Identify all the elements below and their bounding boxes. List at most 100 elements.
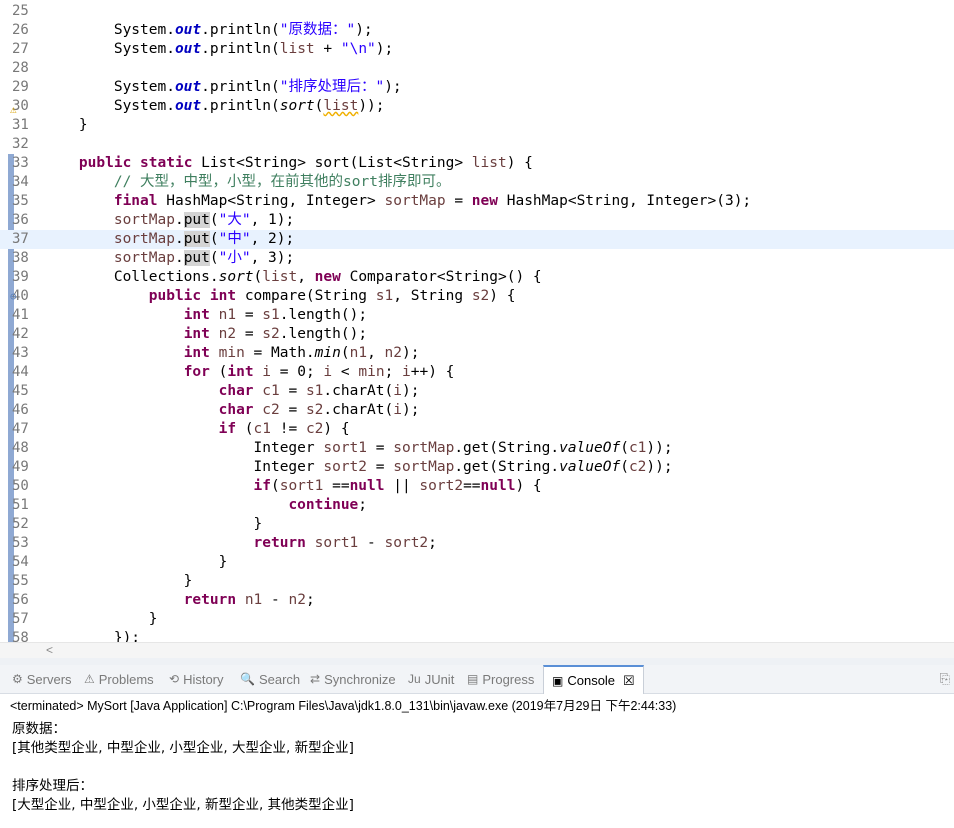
- console-icon: ▣: [552, 673, 564, 688]
- fold-toggle-icon[interactable]: ⊖: [10, 287, 22, 303]
- scroll-left-arrow-icon[interactable]: <: [46, 643, 53, 657]
- code-line[interactable]: 52 }: [0, 515, 954, 534]
- code-text[interactable]: sortMap.put("大", 1);: [44, 211, 294, 230]
- code-text[interactable]: final HashMap<String, Integer> sortMap =…: [44, 192, 751, 211]
- code-line[interactable]: 50 if(sort1 ==null || sort2==null) {: [0, 477, 954, 496]
- line-number: 45: [12, 383, 29, 399]
- code-line[interactable]: 51 continue;: [0, 496, 954, 515]
- code-text[interactable]: sortMap.put("中", 2);: [44, 230, 294, 249]
- code-line[interactable]: 55 }: [0, 572, 954, 591]
- code-line[interactable]: 25: [0, 2, 954, 21]
- code-text[interactable]: System.out.println(sort(list));: [44, 97, 385, 116]
- code-line[interactable]: 31 }: [0, 116, 954, 135]
- tab-label: JUnit: [424, 671, 455, 687]
- code-line[interactable]: 38 sortMap.put("小", 3);: [0, 249, 954, 268]
- code-line[interactable]: 32: [0, 135, 954, 154]
- code-line[interactable]: 26 System.out.println("原数据：");: [0, 21, 954, 40]
- code-line[interactable]: 53 return sort1 - sort2;: [0, 534, 954, 553]
- code-line[interactable]: 44 for (int i = 0; i < min; i++) {: [0, 363, 954, 382]
- code-text[interactable]: Collections.sort(list, new Comparator<St…: [44, 268, 542, 287]
- code-line[interactable]: 43 int min = Math.min(n1, n2);: [0, 344, 954, 363]
- tab-search[interactable]: 🔍 Search: [240, 665, 300, 693]
- console-output-line: 排序处理后：: [12, 778, 93, 794]
- code-line[interactable]: 33 public static List<String> sort(List<…: [0, 154, 954, 173]
- code-line[interactable]: 58 });: [0, 629, 954, 643]
- tab-label: Progress: [482, 671, 535, 687]
- code-line[interactable]: 37 sortMap.put("中", 2);: [0, 230, 954, 249]
- horizontal-scrollbar[interactable]: <: [0, 642, 954, 658]
- code-line[interactable]: 30 System.out.println(sort(list)); ⚠: [0, 97, 954, 116]
- code-text[interactable]: sortMap.put("小", 3);: [44, 249, 294, 268]
- line-number: 36: [12, 212, 29, 228]
- code-text[interactable]: }: [44, 116, 88, 135]
- console-output-line: [其他类型企业, 中型企业, 小型企业, 大型企业, 新型企业]: [12, 740, 354, 756]
- code-text[interactable]: });: [44, 629, 140, 643]
- code-line[interactable]: 54 }: [0, 553, 954, 572]
- code-text[interactable]: }: [44, 572, 193, 591]
- code-editor[interactable]: 25 26 System.out.println("原数据："); 27 Syste…: [0, 0, 954, 643]
- console-panel: ⚙ Servers ⚠ Problems ⟲ History 🔍 Search ⇄ Synchro…: [0, 665, 954, 828]
- line-number: 37: [12, 231, 29, 247]
- tab-history[interactable]: ⟲ History: [169, 665, 224, 693]
- code-line[interactable]: 35 final HashMap<String, Integer> sortMa…: [0, 192, 954, 211]
- code-line[interactable]: 49 Integer sort2 = sortMap.get(String.va…: [0, 458, 954, 477]
- code-line[interactable]: 47 if (c1 != c2) {: [0, 420, 954, 439]
- code-line[interactable]: 28: [0, 59, 954, 78]
- line-number: 28: [12, 60, 29, 76]
- code-text[interactable]: public static List<String> sort(List<Str…: [44, 154, 533, 173]
- line-number: 44: [12, 364, 29, 380]
- code-line[interactable]: 57 }: [0, 610, 954, 629]
- code-text[interactable]: }: [44, 553, 228, 572]
- code-text[interactable]: Integer sort1 = sortMap.get(String.value…: [44, 439, 673, 458]
- console-output-line: [大型企业, 中型企业, 小型企业, 新型企业, 其他类型企业]: [12, 797, 354, 813]
- code-text[interactable]: System.out.println(list + "\n");: [44, 40, 393, 59]
- tab-junit[interactable]: Ju JUnit: [408, 665, 454, 693]
- code-line[interactable]: 27 System.out.println(list + "\n");: [0, 40, 954, 59]
- code-line[interactable]: 46 char c2 = s2.charAt(i);: [0, 401, 954, 420]
- tab-problems[interactable]: ⚠ Problems: [84, 665, 154, 693]
- tab-servers[interactable]: ⚙ Servers: [12, 665, 72, 693]
- code-text[interactable]: }: [44, 610, 158, 629]
- code-text[interactable]: public int compare(String s1, String s2)…: [44, 287, 516, 306]
- tab-label: Search: [258, 671, 301, 687]
- code-line[interactable]: 41 int n1 = s1.length();: [0, 306, 954, 325]
- code-text[interactable]: Integer sort2 = sortMap.get(String.value…: [44, 458, 673, 477]
- code-text[interactable]: int min = Math.min(n1, n2);: [44, 344, 420, 363]
- code-line[interactable]: 36 sortMap.put("大", 1);: [0, 211, 954, 230]
- code-text[interactable]: char c2 = s2.charAt(i);: [44, 401, 420, 420]
- line-number: 33: [12, 155, 29, 171]
- line-number: 50: [12, 478, 29, 494]
- line-number: 49: [12, 459, 29, 475]
- view-menu-icon[interactable]: ⎘: [940, 671, 950, 687]
- code-text[interactable]: if (c1 != c2) {: [44, 420, 350, 439]
- code-text[interactable]: if(sort1 ==null || sort2==null) {: [44, 477, 542, 496]
- code-line[interactable]: 48 Integer sort1 = sortMap.get(String.va…: [0, 439, 954, 458]
- code-text[interactable]: System.out.println("排序处理后：");: [44, 78, 402, 97]
- code-line[interactable]: 45 char c1 = s1.charAt(i);: [0, 382, 954, 401]
- code-text[interactable]: for (int i = 0; i < min; i++) {: [44, 363, 455, 382]
- tab-synchronize[interactable]: ⇄ Synchronize: [310, 665, 396, 693]
- line-number: 42: [12, 326, 29, 342]
- code-text[interactable]: int n1 = s1.length();: [44, 306, 367, 325]
- code-text[interactable]: return sort1 - sort2;: [44, 534, 437, 553]
- tab-label: Console: [567, 673, 616, 688]
- code-text[interactable]: // 大型，中型，小型，在前其他的sort排序即可。: [44, 173, 451, 192]
- code-line[interactable]: 56 return n1 - n2;: [0, 591, 954, 610]
- code-line[interactable]: 34 // 大型，中型，小型，在前其他的sort排序即可。: [0, 173, 954, 192]
- line-number: 57: [12, 611, 29, 627]
- code-line[interactable]: 40 public int compare(String s1, String …: [0, 287, 954, 306]
- code-text[interactable]: return n1 - n2;: [44, 591, 315, 610]
- line-number: 52: [12, 516, 29, 532]
- warning-marker-icon[interactable]: ⚠: [10, 100, 22, 116]
- code-text[interactable]: continue;: [44, 496, 367, 515]
- code-text[interactable]: }: [44, 515, 263, 534]
- code-line[interactable]: 29 System.out.println("排序处理后：");: [0, 78, 954, 97]
- code-text[interactable]: char c1 = s1.charAt(i);: [44, 382, 420, 401]
- code-line[interactable]: 42 int n2 = s2.length();: [0, 325, 954, 344]
- code-text[interactable]: int n2 = s2.length();: [44, 325, 367, 344]
- tab-progress[interactable]: ▤ Progress: [467, 665, 534, 693]
- code-text[interactable]: System.out.println("原数据：");: [44, 21, 373, 40]
- close-icon[interactable]: ☒: [623, 673, 635, 689]
- tab-console[interactable]: ▣ Console ☒: [543, 665, 644, 694]
- code-line[interactable]: 39 Collections.sort(list, new Comparator…: [0, 268, 954, 287]
